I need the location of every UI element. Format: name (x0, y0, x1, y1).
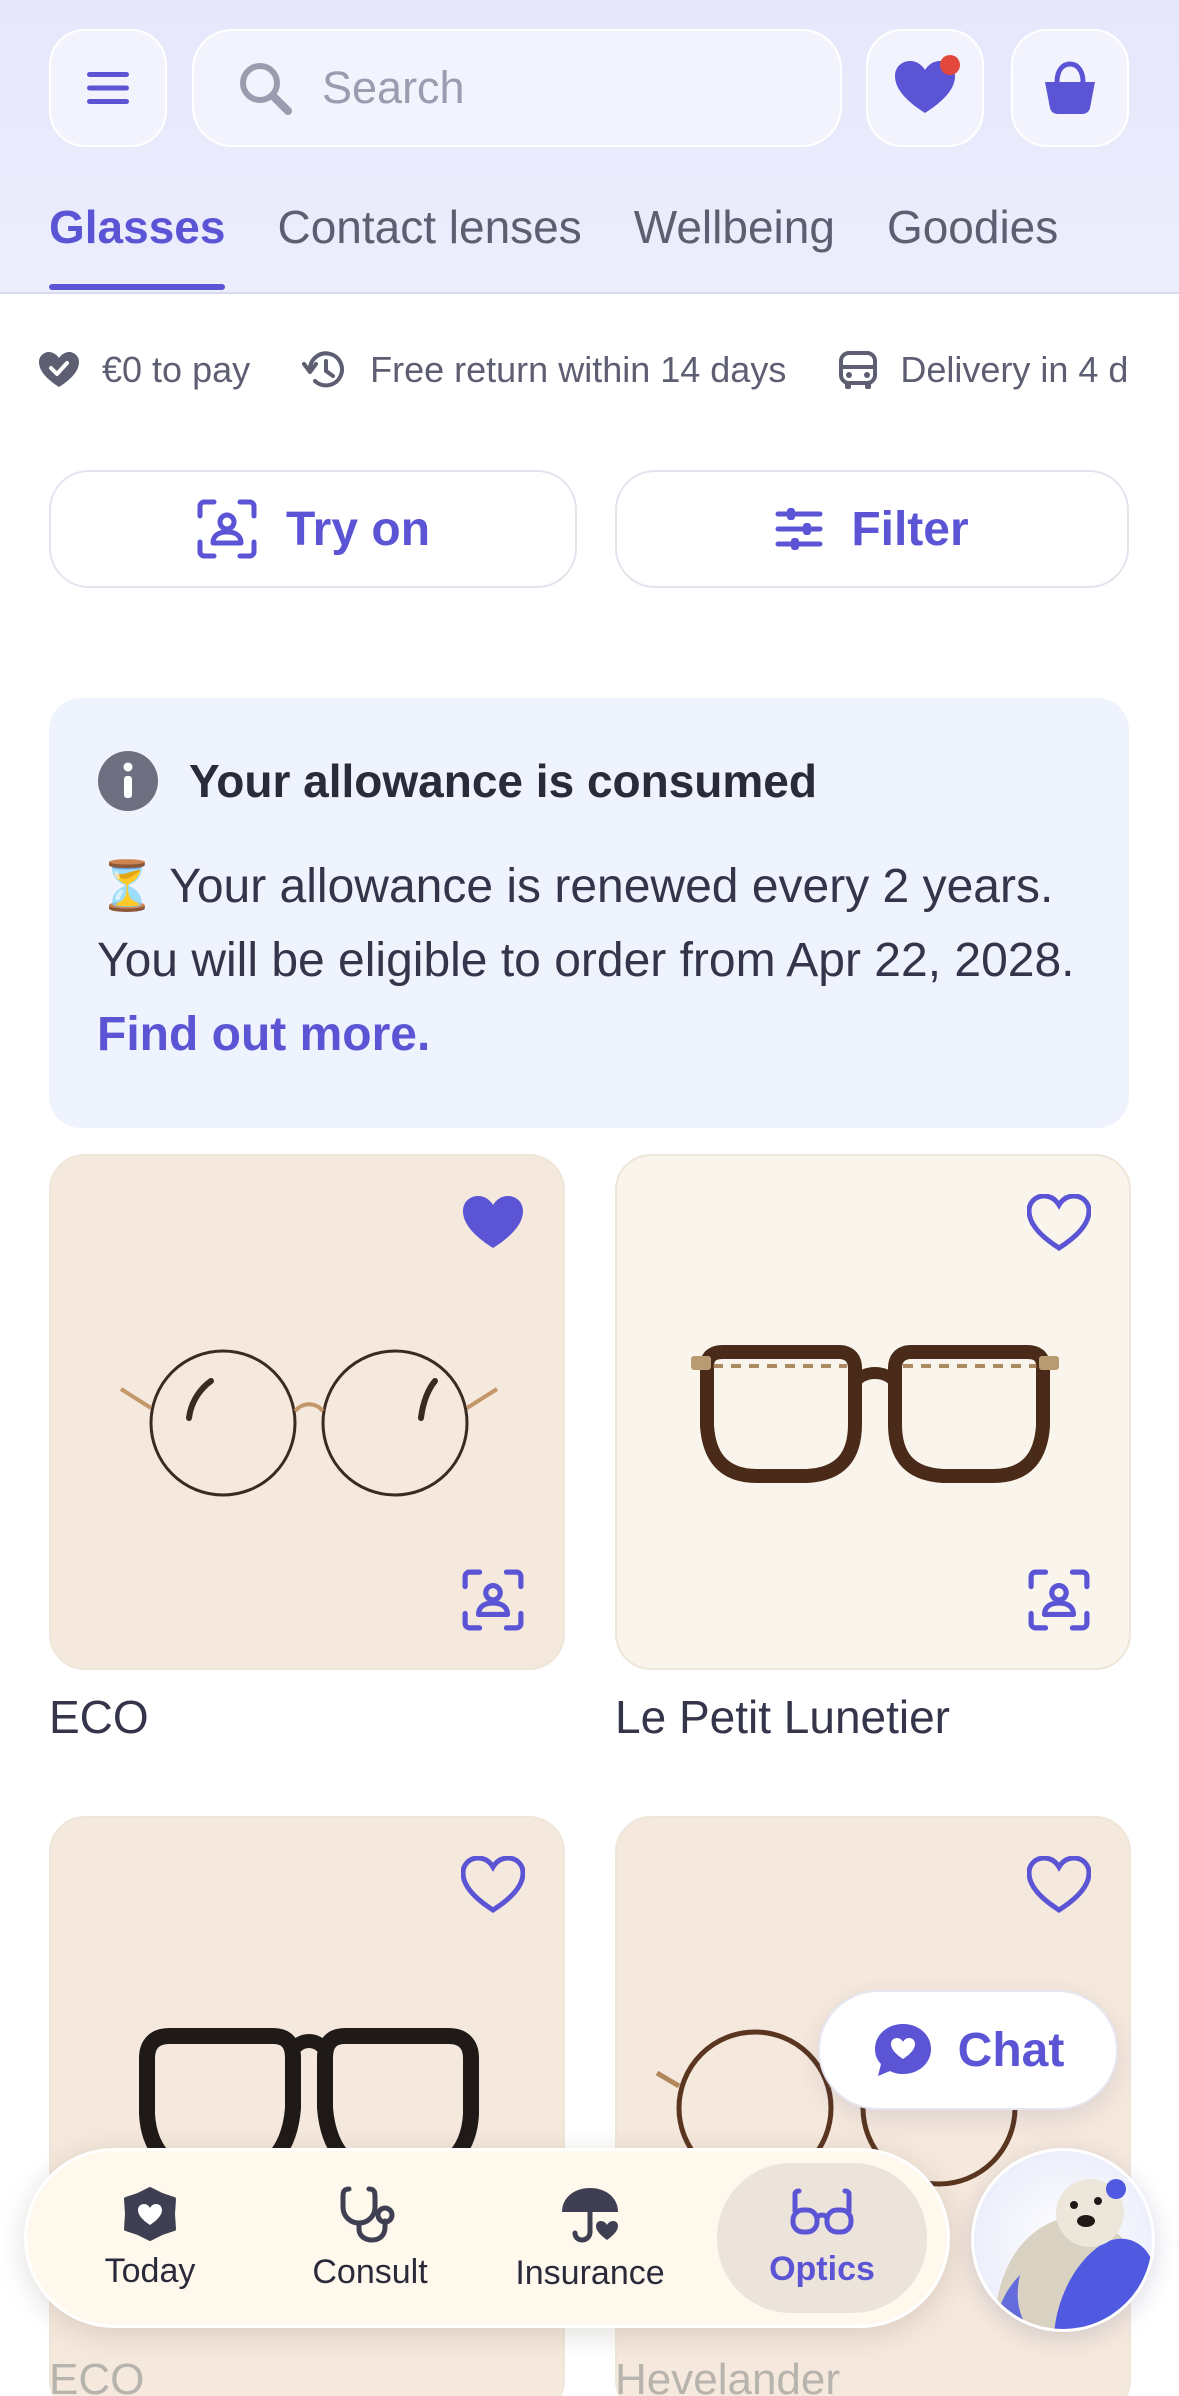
tab-goodies[interactable]: Goodies (887, 200, 1058, 292)
nav-consult[interactable]: Consult (265, 2163, 475, 2313)
try-on-button[interactable]: Try on (49, 470, 577, 588)
top-header: Search Glasses Contact lenses Wellbeing … (0, 0, 1179, 294)
try-on-label: Try on (285, 502, 431, 556)
nav-label: Today (104, 2251, 196, 2290)
notification-dot (940, 55, 960, 75)
product-name[interactable]: ECO (49, 2355, 144, 2396)
filter-button[interactable]: Filter (615, 470, 1129, 588)
banner-text: ⏳ Your allowance is renewed every 2 year… (97, 850, 1081, 1072)
hourglass-emoji: ⏳ (97, 860, 157, 913)
product-card[interactable] (49, 1154, 565, 1670)
nav-label: Insurance (515, 2253, 665, 2292)
menu-button[interactable] (49, 29, 167, 147)
banner-body: Your allowance is renewed every 2 years.… (97, 860, 1075, 987)
polar-bear-avatar (974, 2151, 1152, 2329)
search-icon (240, 63, 292, 115)
chat-label: Chat (957, 2023, 1065, 2077)
product-card[interactable] (615, 1154, 1131, 1670)
tab-contact-lenses[interactable]: Contact lenses (277, 200, 581, 292)
try-on-icon[interactable] (461, 1568, 525, 1632)
car-icon (839, 351, 878, 389)
perk-label: Delivery in 4 d (900, 349, 1129, 390)
chat-button[interactable]: Chat (818, 1990, 1118, 2110)
search-placeholder: Search (322, 62, 465, 113)
product-name[interactable]: ECO (49, 1690, 149, 1744)
face-scan-icon (197, 499, 257, 559)
try-on-icon[interactable] (1027, 1568, 1091, 1632)
menu-icon (87, 72, 129, 104)
nav-insurance[interactable]: Insurance (485, 2163, 695, 2313)
favorite-heart-icon[interactable] (461, 1856, 525, 1914)
nav-optics[interactable]: Optics (717, 2163, 927, 2313)
perks-strip: €0 to pay Free return within 14 days Del… (38, 342, 1179, 398)
tab-wellbeing[interactable]: Wellbeing (634, 200, 835, 292)
stethoscope-icon (340, 2186, 395, 2243)
favorite-heart-icon[interactable] (1027, 1856, 1091, 1914)
allowance-banner: Your allowance is consumed ⏳ Your allowa… (49, 698, 1129, 1128)
heart-check-icon (39, 352, 79, 387)
product-name[interactable]: Le Petit Lunetier (615, 1690, 950, 1744)
perk-label: Free return within 14 days (370, 349, 787, 390)
history-icon (302, 351, 345, 388)
basket-icon (1045, 61, 1095, 114)
bottom-navigation: Today Consult Insurance Optics (24, 2148, 950, 2328)
favorite-heart-icon[interactable] (1027, 1194, 1091, 1252)
perk-delivery: Delivery in 4 d (838, 349, 1128, 391)
perk-label: €0 to pay (102, 349, 251, 390)
flower-shield-icon (124, 2186, 176, 2241)
nav-label: Optics (769, 2249, 875, 2288)
glasses-icon (790, 2188, 854, 2234)
category-tabs: Glasses Contact lenses Wellbeing Goodies (49, 200, 1058, 292)
product-name[interactable]: Hevelander (615, 2355, 840, 2396)
tab-glasses[interactable]: Glasses (49, 200, 226, 292)
chat-bubble-icon (874, 2024, 931, 2076)
assistant-avatar[interactable] (971, 2148, 1155, 2332)
cart-button[interactable] (1011, 29, 1129, 147)
perk-zero-cost: €0 to pay (38, 349, 250, 391)
umbrella-heart-icon (562, 2187, 618, 2243)
find-out-more-link[interactable]: Find out more. (97, 1008, 430, 1061)
banner-title: Your allowance is consumed (189, 755, 817, 807)
nav-today[interactable]: Today (45, 2163, 255, 2313)
filter-label: Filter (851, 502, 969, 556)
search-input[interactable]: Search (192, 29, 842, 147)
banner-header: Your allowance is consumed (97, 750, 1081, 812)
nav-label: Consult (312, 2252, 428, 2291)
favorite-heart-icon[interactable] (461, 1194, 525, 1252)
info-icon (98, 751, 158, 811)
perk-free-return: Free return within 14 days (302, 348, 786, 392)
sliders-icon (775, 508, 823, 550)
favorites-button[interactable] (866, 29, 984, 147)
